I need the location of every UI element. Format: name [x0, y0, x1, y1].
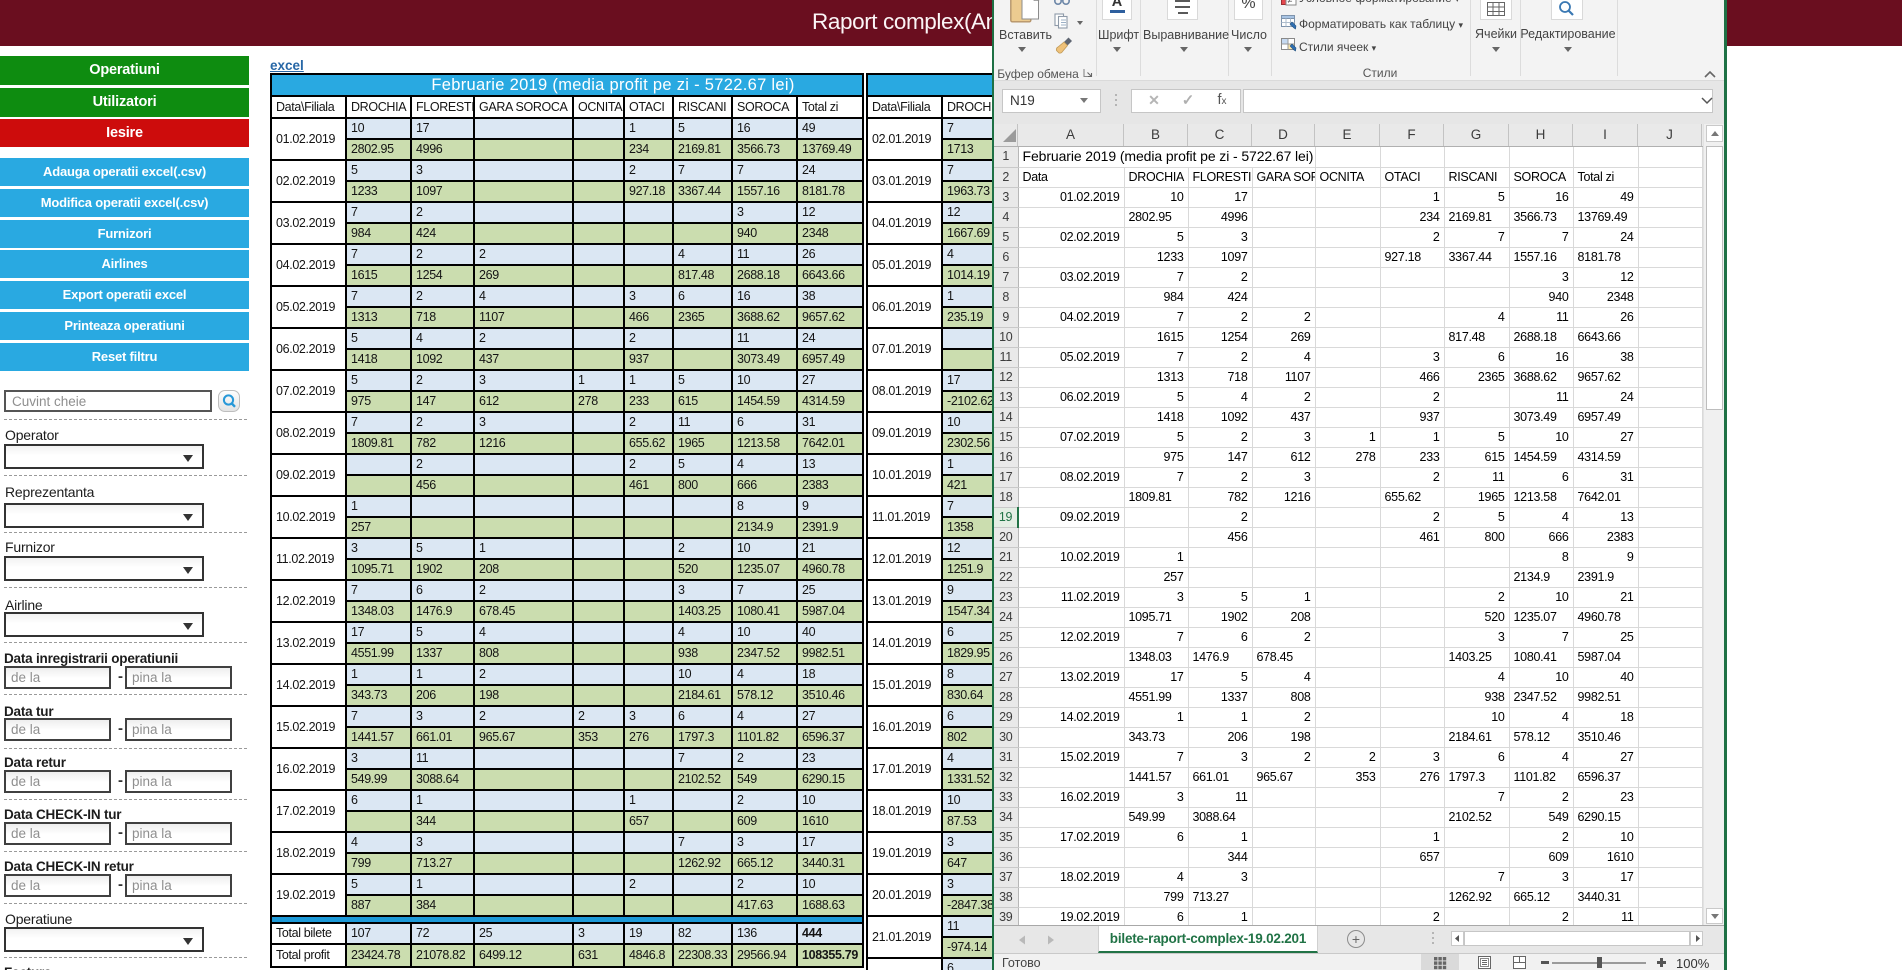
svg-text:≠: ≠: [1288, 0, 1293, 5]
